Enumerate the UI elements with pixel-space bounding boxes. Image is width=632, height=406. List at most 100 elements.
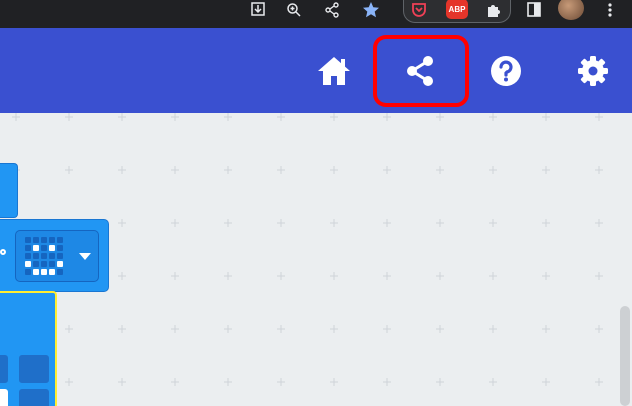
led-cell xyxy=(19,389,49,406)
sidepanel-icon[interactable] xyxy=(524,0,544,20)
grid-mark xyxy=(330,113,338,121)
grid-mark xyxy=(595,219,603,227)
grid-mark xyxy=(277,325,285,333)
grid-mark xyxy=(330,378,338,386)
grid-mark xyxy=(383,272,391,280)
grid-mark xyxy=(542,272,550,280)
app-header xyxy=(0,28,632,113)
led-pixel xyxy=(25,253,31,259)
block-top[interactable] xyxy=(0,163,18,218)
grid-mark xyxy=(118,325,126,333)
grid-mark xyxy=(171,113,179,121)
led-pixel xyxy=(57,237,63,243)
grid-mark xyxy=(171,325,179,333)
grid-mark xyxy=(118,113,126,121)
grid-mark xyxy=(224,378,232,386)
share-button[interactable] xyxy=(392,28,448,113)
grid-mark xyxy=(65,113,73,121)
grid-mark xyxy=(330,166,338,174)
pocket-icon[interactable] xyxy=(409,0,429,20)
grid-mark xyxy=(436,113,444,121)
led-image-block[interactable] xyxy=(0,219,109,292)
led-pixel xyxy=(49,269,55,275)
grid-mark xyxy=(383,378,391,386)
selected-led-block[interactable] xyxy=(0,291,57,406)
led-pixel xyxy=(41,261,47,267)
led-pixel xyxy=(49,261,55,267)
grid-mark xyxy=(118,378,126,386)
home-button[interactable] xyxy=(306,28,362,113)
grid-mark xyxy=(330,325,338,333)
grid-mark xyxy=(542,378,550,386)
grid-mark xyxy=(171,378,179,386)
grid-mark xyxy=(277,378,285,386)
settings-button[interactable] xyxy=(565,28,621,113)
more-vert-icon[interactable] xyxy=(600,0,620,20)
grid-mark xyxy=(171,166,179,174)
grid-mark xyxy=(224,166,232,174)
led-pixel xyxy=(25,245,31,251)
browser-toolbar: ABP xyxy=(0,0,632,28)
grid-mark xyxy=(277,272,285,280)
grid-mark xyxy=(595,378,603,386)
bookmark-star-icon[interactable] xyxy=(361,0,381,20)
grid-mark xyxy=(224,325,232,333)
grid-mark xyxy=(595,166,603,174)
install-icon[interactable] xyxy=(248,0,268,20)
led-pixel xyxy=(49,253,55,259)
help-button[interactable] xyxy=(478,28,534,113)
settings-icon xyxy=(578,55,608,86)
grid-mark xyxy=(118,272,126,280)
led-pixel xyxy=(41,269,47,275)
grid-mark xyxy=(118,219,126,227)
grid-mark xyxy=(383,113,391,121)
vertical-scrollbar[interactable] xyxy=(620,306,630,406)
led-pixel xyxy=(49,237,55,243)
grid-mark xyxy=(489,166,497,174)
led-pixel xyxy=(41,237,47,243)
help-icon xyxy=(491,55,521,86)
grid-mark xyxy=(277,113,285,121)
grid-mark xyxy=(224,272,232,280)
grid-mark xyxy=(65,325,73,333)
grid-mark xyxy=(489,325,497,333)
grid-mark xyxy=(542,166,550,174)
share-icon xyxy=(407,55,433,86)
grid-mark xyxy=(489,219,497,227)
grid-mark xyxy=(542,325,550,333)
caret-down-icon xyxy=(79,253,91,260)
grid-mark xyxy=(436,166,444,174)
adblock-icon[interactable]: ABP xyxy=(446,0,468,19)
led-pixel xyxy=(41,253,47,259)
grid-mark xyxy=(383,325,391,333)
grid-mark xyxy=(171,272,179,280)
grid-mark xyxy=(489,113,497,121)
grid-mark xyxy=(595,113,603,121)
led-pixel xyxy=(57,253,63,259)
grid-mark xyxy=(330,272,338,280)
workspace-canvas[interactable] xyxy=(0,113,632,406)
grid-mark xyxy=(436,272,444,280)
share-icon[interactable] xyxy=(322,0,342,20)
block-label-fragment xyxy=(0,249,6,255)
grid-mark xyxy=(542,113,550,121)
grid-mark xyxy=(65,166,73,174)
grid-mark xyxy=(224,113,232,121)
led-image-dropdown[interactable] xyxy=(15,230,99,282)
zoom-icon[interactable] xyxy=(284,0,304,20)
led-pixel xyxy=(25,261,31,267)
grid-mark xyxy=(171,219,179,227)
adblock-label: ABP xyxy=(448,4,466,14)
grid-mark xyxy=(12,113,20,121)
grid-mark xyxy=(595,272,603,280)
avatar[interactable] xyxy=(558,0,584,20)
grid-mark xyxy=(277,166,285,174)
led-cell xyxy=(19,355,49,383)
led-matrix-icon xyxy=(25,237,63,275)
puzzle-icon[interactable] xyxy=(483,0,503,20)
grid-mark xyxy=(277,219,285,227)
led-pixel xyxy=(57,261,63,267)
grid-mark xyxy=(224,219,232,227)
led-cell xyxy=(0,355,8,383)
led-pixel xyxy=(57,269,63,275)
